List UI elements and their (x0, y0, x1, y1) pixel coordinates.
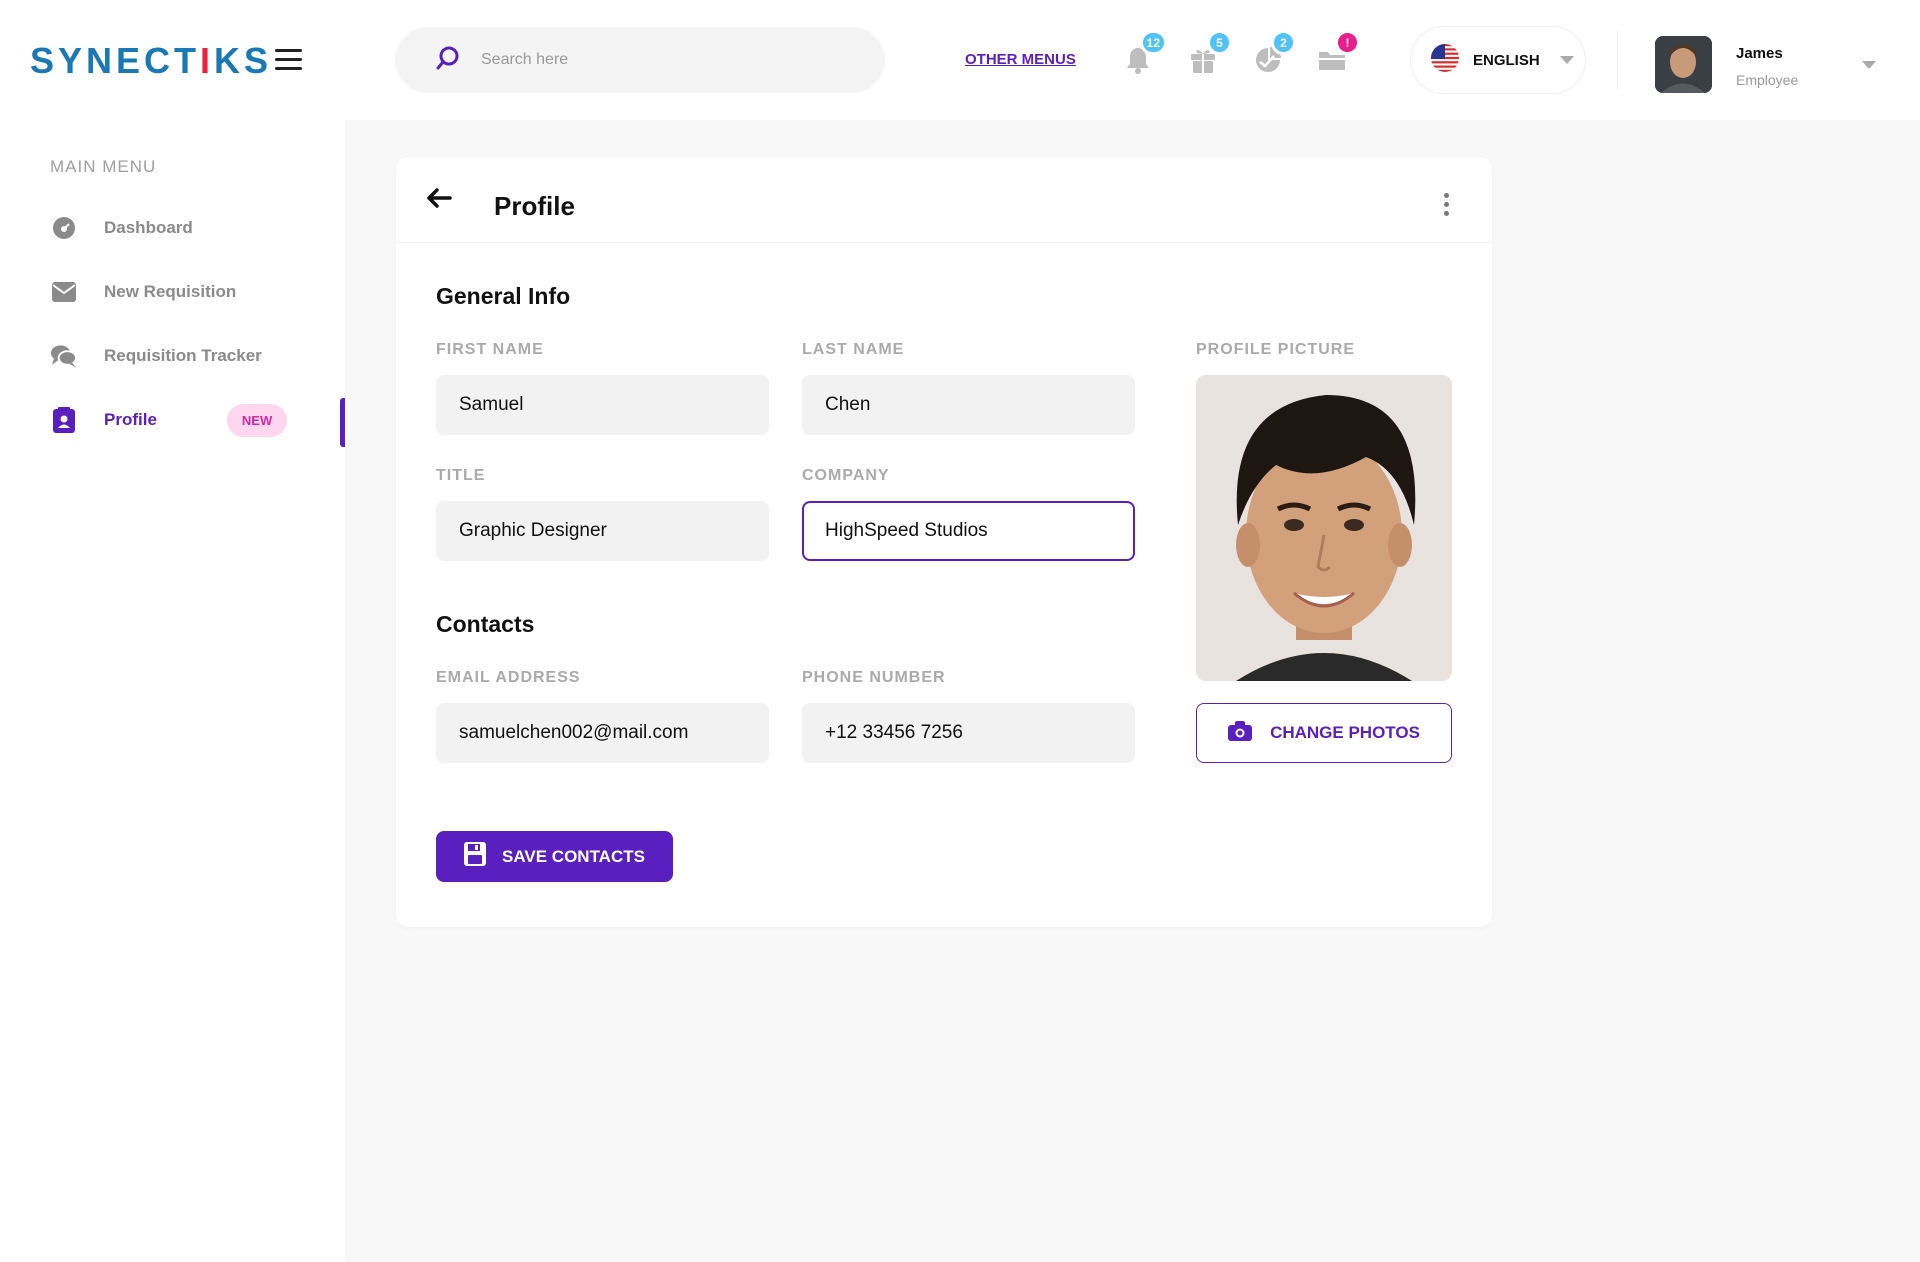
chevron-down-icon (1559, 56, 1574, 64)
header-divider (1617, 30, 1618, 90)
page-title: Profile (494, 191, 575, 221)
sidebar-item-label: Profile (104, 410, 157, 429)
last-name-label: LAST NAME (802, 341, 905, 358)
sidebar-item-requisition-tracker[interactable]: Requisition Tracker (50, 336, 345, 376)
camera-icon (1228, 720, 1253, 746)
bell-icon (1125, 48, 1151, 78)
change-photos-button[interactable]: CHANGE PHOTOS (1196, 703, 1452, 763)
sidebar-item-label: New Requisition (104, 282, 237, 301)
back-arrow-icon[interactable] (426, 187, 452, 214)
profile-picture-label: PROFILE PICTURE (1196, 341, 1356, 358)
floppy-disk-icon (464, 842, 487, 871)
job-title-field[interactable] (436, 501, 769, 561)
folder-icon (1318, 52, 1346, 76)
sidebar-item-profile[interactable]: Profile NEW (50, 400, 345, 440)
gift-icon (1190, 50, 1216, 78)
title-label: TITLE (436, 467, 486, 484)
profile-card: Profile General Info FIRST NAME LAST NAM… (396, 157, 1492, 927)
us-flag-icon (1431, 43, 1459, 77)
language-selector[interactable]: ENGLISH (1410, 26, 1586, 94)
dashboard-icon (50, 215, 77, 242)
change-photos-label: CHANGE PHOTOS (1270, 723, 1420, 742)
save-contacts-button[interactable]: SAVE CONTACTS (436, 831, 673, 882)
sidebar: SYNECTIKS MAIN MENU Dashboard New Requis… (0, 0, 345, 1262)
folder-alert-badge: ! (1335, 30, 1360, 55)
logo-text-2: I (200, 40, 215, 81)
contacts-heading: Contacts (436, 611, 535, 637)
general-info-heading: General Info (436, 283, 571, 309)
logo-text-1: SYNECT (30, 40, 201, 81)
profile-picture (1196, 375, 1452, 681)
chat-bubbles-icon (50, 343, 77, 370)
phone-label: PHONE NUMBER (802, 669, 946, 686)
notification-count-badge: 12 (1139, 30, 1167, 55)
envelope-icon (50, 279, 77, 306)
chart-icon (1254, 47, 1282, 78)
top-header: OTHER MENUS 12 5 2 ! (345, 0, 1920, 120)
sidebar-item-new-requisition[interactable]: New Requisition (50, 272, 345, 312)
active-indicator (340, 398, 345, 447)
stats-count-badge: 2 (1271, 30, 1296, 55)
other-menus-link[interactable]: OTHER MENUS (965, 51, 1076, 68)
main-menu-heading: MAIN MENU (50, 157, 157, 176)
new-badge: NEW (226, 403, 288, 437)
card-header: Profile (396, 157, 1492, 243)
save-contacts-label: SAVE CONTACTS (502, 846, 645, 866)
logo-text-3: KS (214, 40, 273, 81)
user-avatar[interactable] (1655, 36, 1712, 93)
gifts-button[interactable]: 5 (1190, 30, 1232, 74)
notifications-button[interactable]: 12 (1125, 30, 1167, 74)
user-menu-chevron-icon[interactable] (1862, 61, 1876, 69)
sidebar-item-label: Dashboard (104, 218, 193, 237)
sidebar-item-dashboard[interactable]: Dashboard (50, 208, 345, 248)
brand-logo[interactable]: SYNECTIKS (30, 40, 272, 82)
stats-button[interactable]: 2 (1254, 30, 1296, 74)
user-name: James (1736, 45, 1783, 62)
email-field[interactable] (436, 703, 769, 763)
language-label: ENGLISH (1473, 51, 1540, 69)
profile-card-icon (50, 407, 77, 434)
hamburger-menu-icon[interactable] (275, 49, 302, 70)
first-name-field[interactable] (436, 375, 769, 435)
first-name-label: FIRST NAME (436, 341, 544, 358)
phone-field[interactable] (802, 703, 1135, 763)
company-label: COMPANY (802, 467, 890, 484)
folder-button[interactable]: ! (1318, 30, 1360, 76)
search-input[interactable] (481, 51, 841, 69)
search-icon (435, 45, 461, 76)
email-label: EMAIL ADDRESS (436, 669, 581, 686)
more-options-icon[interactable] (1444, 193, 1450, 220)
last-name-field[interactable] (802, 375, 1135, 435)
company-field[interactable] (802, 501, 1135, 561)
gifts-count-badge: 5 (1207, 30, 1232, 55)
search-bar[interactable] (395, 27, 885, 93)
sidebar-item-label: Requisition Tracker (104, 346, 262, 365)
user-role: Employee (1736, 72, 1799, 88)
